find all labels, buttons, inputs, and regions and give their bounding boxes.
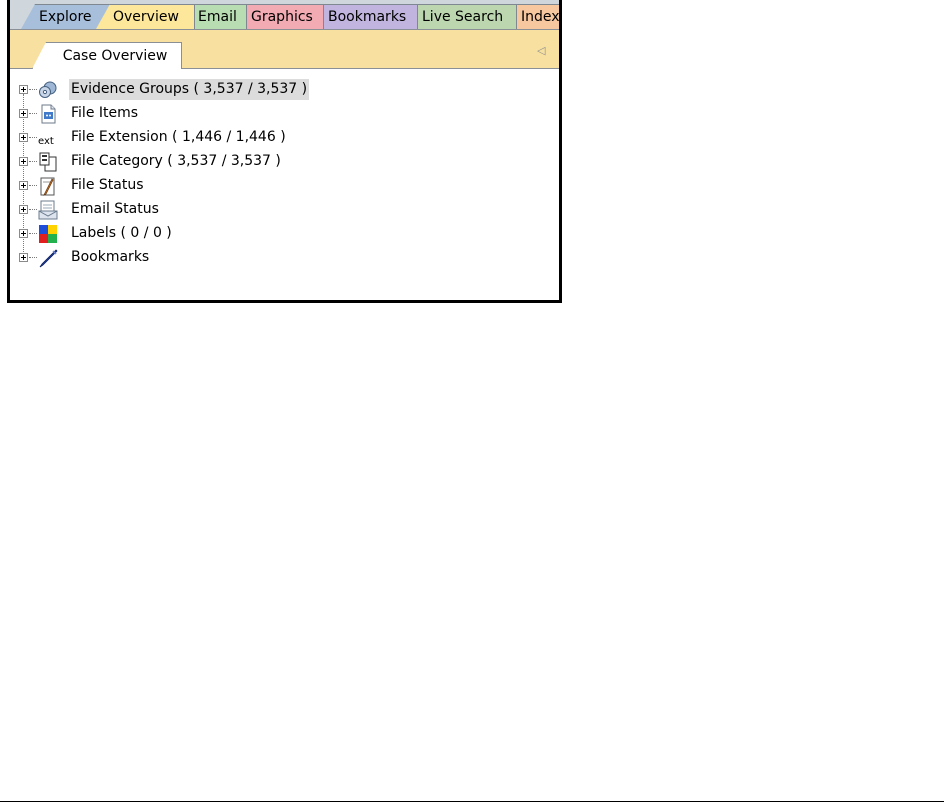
svg-text:ext: ext	[38, 136, 54, 147]
tree-item-file-items[interactable]: File Items	[10, 102, 550, 126]
tree-item-label: File Extension ( 1,446 / 1,446 )	[71, 129, 286, 145]
tree-item-label: Bookmarks	[71, 249, 150, 265]
tree-item-label: File Items	[71, 105, 139, 121]
tree-connector	[29, 137, 37, 138]
tree-item-bookmarks[interactable]: Bookmarks	[10, 246, 550, 270]
evidence-groups-icon	[38, 80, 58, 100]
expand-icon[interactable]	[19, 181, 28, 190]
tab-explore-label: Explore	[39, 9, 92, 25]
tab-email[interactable]: Email	[193, 4, 248, 29]
tab-case-overview-label: Case Overview	[62, 48, 168, 64]
tree-connector	[29, 257, 37, 258]
sub-tab-strip: Case Overview ◁	[10, 30, 559, 69]
tab-explore[interactable]: Explore	[21, 4, 111, 29]
page-bottom-rule	[0, 801, 944, 802]
tab-index[interactable]: Index	[516, 4, 559, 29]
expand-icon[interactable]	[19, 109, 28, 118]
tab-graphics[interactable]: Graphics	[246, 4, 325, 29]
tree-item-file-category[interactable]: File Category ( 3,537 / 3,537 )	[10, 150, 550, 174]
tree-item-file-extension[interactable]: ext File Extension ( 1,446 / 1,446 )	[10, 126, 550, 150]
tree-item-email-status[interactable]: Email Status	[10, 198, 550, 222]
labels-icon	[38, 224, 58, 244]
expand-icon[interactable]	[19, 133, 28, 142]
tree-connector	[29, 233, 37, 234]
tree-item-labels[interactable]: Labels ( 0 / 0 )	[10, 222, 550, 246]
tab-scroll-left-icon[interactable]: ◁	[537, 44, 547, 58]
file-status-icon	[38, 176, 58, 196]
tab-live-search-label: Live Search	[422, 9, 504, 25]
tab-case-overview[interactable]: Case Overview	[32, 42, 182, 69]
tab-graphics-label: Graphics	[251, 9, 313, 25]
tab-email-label: Email	[198, 9, 237, 25]
tree-item-label: Email Status	[71, 201, 159, 217]
file-items-icon	[38, 104, 58, 124]
expand-icon[interactable]	[19, 157, 28, 166]
tab-overview[interactable]: Overview	[96, 4, 195, 29]
tree-item-evidence-groups[interactable]: Evidence Groups ( 3,537 / 3,537 )	[10, 78, 550, 102]
tab-live-search[interactable]: Live Search	[417, 4, 518, 29]
expand-icon[interactable]	[19, 253, 28, 262]
tree-item-file-status[interactable]: File Status	[10, 174, 550, 198]
tree-item-label: Evidence Groups ( 3,537 / 3,537 )	[69, 79, 310, 100]
tree-item-label: File Status	[71, 177, 144, 193]
tree-connector	[29, 185, 37, 186]
tree-item-label: File Category ( 3,537 / 3,537 )	[71, 153, 281, 169]
tab-bookmarks[interactable]: Bookmarks	[323, 4, 419, 29]
tab-bookmarks-label: Bookmarks	[328, 9, 407, 25]
expand-icon[interactable]	[19, 205, 28, 214]
bookmarks-icon	[38, 248, 58, 268]
tab-overview-label: Overview	[113, 9, 179, 25]
ext-icon: ext	[38, 128, 58, 148]
case-overview-panel: Explore Email Graphics Bookmarks Live Se…	[7, 0, 562, 303]
expand-icon[interactable]	[19, 229, 28, 238]
email-status-icon	[38, 200, 58, 220]
tab-index-label: Index	[521, 9, 559, 25]
expand-icon[interactable]	[19, 85, 28, 94]
tree-connector	[29, 209, 37, 210]
tree-connector	[29, 89, 37, 90]
tree-connector	[29, 161, 37, 162]
tree-item-label: Labels ( 0 / 0 )	[71, 225, 172, 241]
main-tab-strip: Explore Email Graphics Bookmarks Live Se…	[10, 0, 559, 30]
file-category-icon	[38, 152, 58, 172]
tree-connector	[29, 113, 37, 114]
